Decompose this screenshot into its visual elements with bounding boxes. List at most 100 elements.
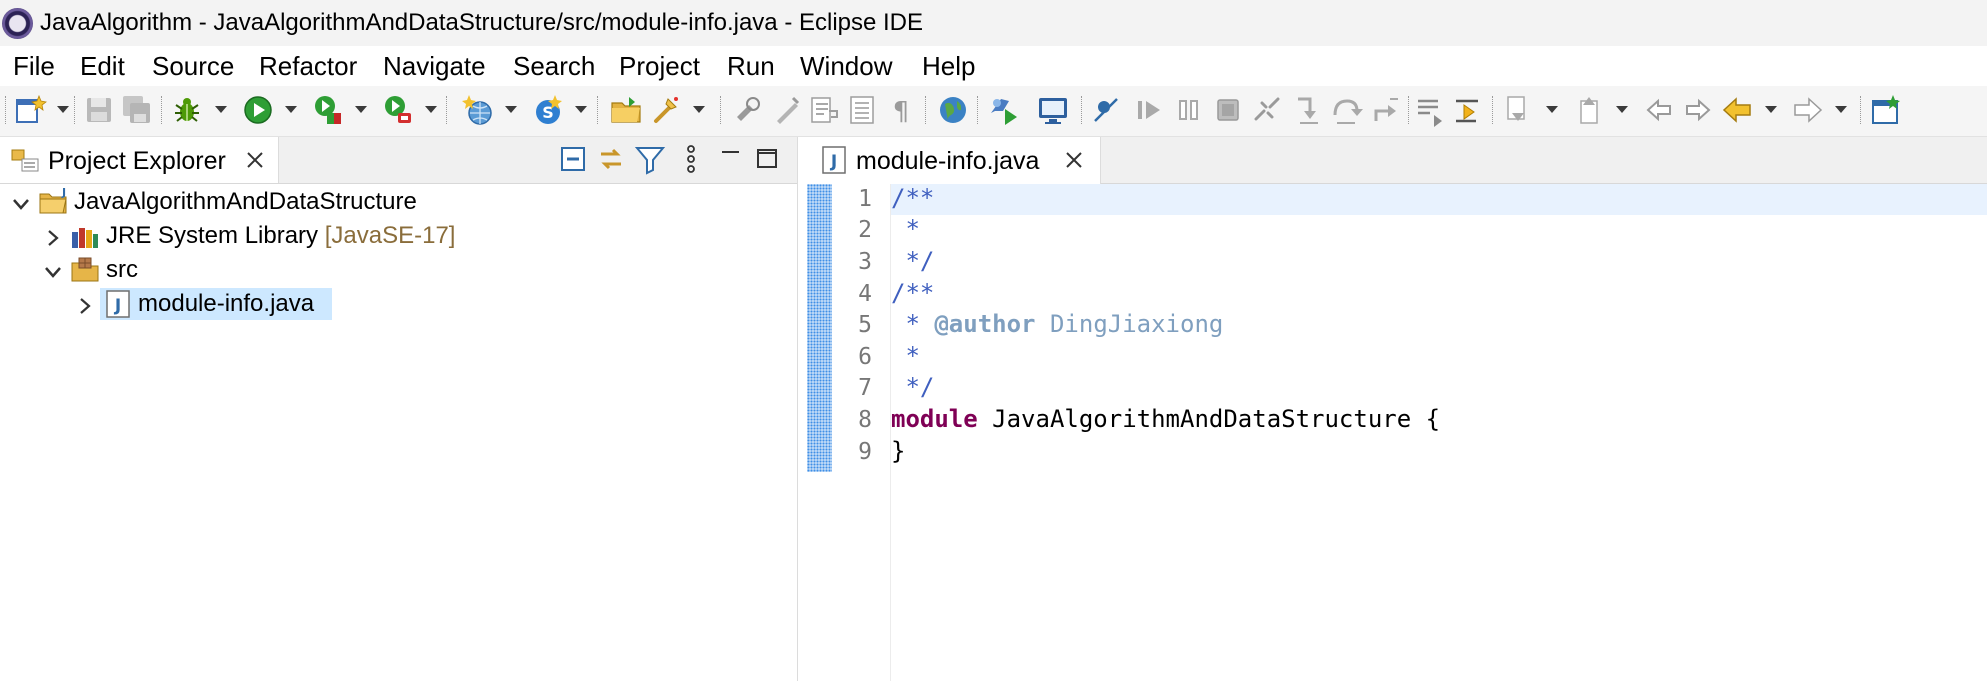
main-toolbar: S ¶ [0, 86, 1987, 137]
new-java-project-dropdown[interactable] [505, 106, 517, 113]
new-class-icon[interactable]: S [531, 93, 565, 127]
code-line: } [891, 437, 1987, 468]
tab-module-info-java[interactable]: J module-info.java [807, 137, 1101, 184]
tree-item-jre-library[interactable]: JRE System Library [JavaSE-17] [0, 220, 797, 252]
menu-project[interactable]: Project [619, 51, 700, 82]
java-file-icon: J [103, 289, 133, 319]
terminate-icon[interactable] [1211, 93, 1245, 127]
run-server-icon[interactable] [987, 93, 1021, 127]
chevron-down-icon[interactable] [43, 261, 63, 281]
forward-icon[interactable] [1791, 93, 1825, 127]
toggle-block-selection-icon[interactable] [769, 93, 803, 127]
forward-history-icon[interactable] [1681, 93, 1715, 127]
debug-dropdown[interactable] [215, 106, 227, 113]
step-return-icon[interactable] [1368, 93, 1402, 127]
keyword-module: module [891, 405, 978, 433]
back-dropdown[interactable] [1765, 106, 1777, 113]
chevron-right-icon[interactable] [43, 227, 63, 247]
suspend-icon[interactable] [1172, 93, 1206, 127]
javadoc-text: */ [891, 247, 935, 275]
project-explorer-view: Project Explorer J JavaAlgorithmAndDataS… [0, 137, 798, 681]
close-tab-icon[interactable] [1063, 149, 1085, 171]
menu-help[interactable]: Help [922, 51, 975, 82]
new-java-project-icon[interactable] [462, 93, 496, 127]
link-with-editor-icon[interactable] [595, 142, 627, 176]
menu-window[interactable]: Window [800, 51, 892, 82]
minimize-icon[interactable] [714, 142, 746, 176]
run-last-tool-icon[interactable] [381, 93, 415, 127]
console-icon[interactable] [1036, 93, 1070, 127]
line-number-ruler: 1 2 3 4 5 6 7 8 9 [832, 184, 891, 681]
toggle-mark-occurrences-icon[interactable] [731, 93, 765, 127]
menu-search[interactable]: Search [513, 51, 595, 82]
step-into-icon[interactable] [1290, 93, 1324, 127]
menu-edit[interactable]: Edit [80, 51, 125, 82]
menu-run[interactable]: Run [727, 51, 775, 82]
close-tab-icon[interactable] [244, 149, 266, 171]
chevron-down-icon[interactable] [11, 193, 31, 213]
forward-dropdown[interactable] [1835, 106, 1847, 113]
last-edit-location-icon[interactable] [1573, 93, 1607, 127]
next-annotation-dropdown[interactable] [1546, 106, 1558, 113]
debug-icon[interactable] [170, 93, 204, 127]
quick-diff-marker [807, 184, 832, 472]
tab-project-explorer[interactable]: Project Explorer [0, 137, 279, 183]
code-line: /** [891, 184, 1987, 215]
show-whitespace-icon[interactable]: ¶ [884, 93, 918, 127]
run-last-tool-dropdown[interactable] [425, 106, 437, 113]
next-annotation-icon[interactable] [1452, 93, 1486, 127]
view-menu-icon[interactable] [675, 142, 707, 176]
toolbar-separator [597, 96, 600, 124]
save-all-icon[interactable] [120, 93, 154, 127]
run-icon[interactable] [241, 93, 275, 127]
open-perspective-icon[interactable] [1869, 93, 1903, 127]
previous-annotation-dropdown[interactable] [1616, 106, 1628, 113]
resume-icon[interactable] [1133, 93, 1167, 127]
maximize-icon[interactable] [752, 142, 784, 176]
toolbar-separator [977, 96, 980, 124]
menu-source[interactable]: Source [152, 51, 234, 82]
eclipse-logo-icon [2, 8, 33, 39]
toolbar-separator [446, 96, 449, 124]
search-dropdown[interactable] [693, 106, 705, 113]
back-icon[interactable] [1720, 93, 1754, 127]
new-wizard-icon[interactable] [13, 93, 47, 127]
step-over-icon[interactable] [1329, 93, 1363, 127]
chevron-right-icon[interactable] [75, 295, 95, 315]
filter-icon[interactable] [634, 142, 666, 176]
open-type-icon[interactable] [609, 93, 643, 127]
jre-version-decoration: [JavaSE-17] [324, 222, 456, 249]
module-declaration: JavaAlgorithmAndDataStructure { [977, 405, 1441, 433]
back-history-icon[interactable] [1642, 93, 1676, 127]
menu-navigate[interactable]: Navigate [383, 51, 486, 82]
collapse-all-icon[interactable] [558, 142, 590, 176]
show-block-icon[interactable] [845, 93, 879, 127]
new-wizard-dropdown[interactable] [57, 106, 69, 113]
code-text-area[interactable]: /** * */ /** * @author DingJiaxiong * */… [891, 184, 1987, 681]
disconnect-icon[interactable] [1250, 93, 1284, 127]
line-number: 1 [858, 186, 872, 212]
use-step-filters-icon[interactable] [1414, 93, 1448, 127]
javadoc-text: */ [891, 373, 935, 401]
tree-item-src[interactable]: src [0, 254, 797, 286]
line-number: 6 [858, 344, 872, 370]
menu-refactor[interactable]: Refactor [259, 51, 357, 82]
tab-label-project-explorer: Project Explorer [48, 147, 226, 175]
tree-item-module-info[interactable]: J module-info.java [0, 288, 797, 320]
run-dropdown[interactable] [285, 106, 297, 113]
tree-item-project[interactable]: J JavaAlgorithmAndDataStructure [0, 186, 797, 218]
toolbar-separator [925, 96, 928, 124]
new-class-dropdown[interactable] [575, 106, 587, 113]
tree-label-project: JavaAlgorithmAndDataStructure [74, 188, 417, 215]
coverage-icon[interactable] [311, 93, 345, 127]
toggle-word-wrap-icon[interactable] [807, 93, 841, 127]
web-browser-icon[interactable] [936, 93, 970, 127]
line-number: 2 [858, 217, 872, 243]
javadoc-text: * [891, 215, 920, 243]
menu-file[interactable]: File [13, 51, 55, 82]
previous-annotation-icon[interactable] [1502, 93, 1536, 127]
search-icon[interactable] [648, 93, 682, 127]
skip-breakpoints-icon[interactable] [1090, 93, 1124, 127]
coverage-dropdown[interactable] [355, 106, 367, 113]
save-icon[interactable] [82, 93, 116, 127]
